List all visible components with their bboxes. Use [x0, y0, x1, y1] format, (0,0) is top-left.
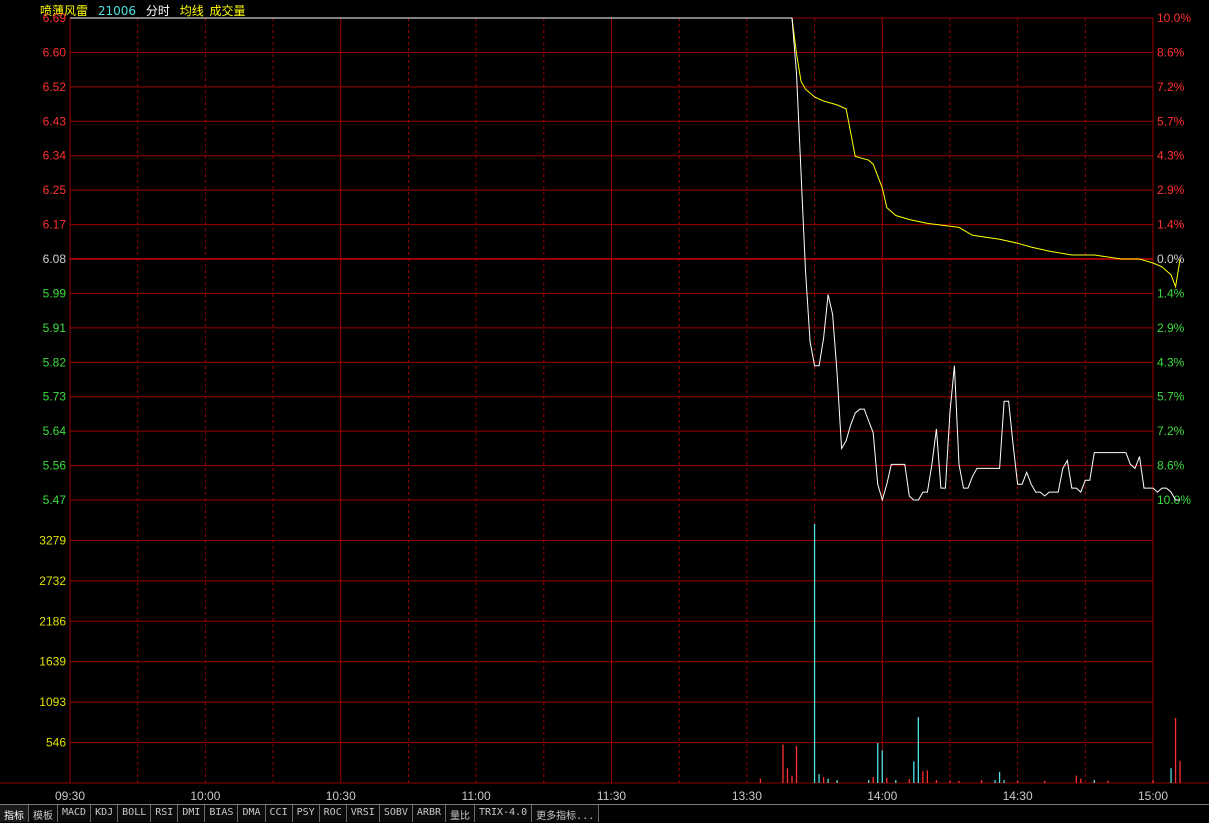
tab-[interactable]: 更多指标...: [532, 805, 600, 822]
price-axis-label: 5.82: [43, 355, 67, 369]
volume-axis-label: 2186: [39, 614, 66, 628]
pct-axis-label: 8.6%: [1157, 45, 1185, 59]
tab-psy[interactable]: PSY: [292, 805, 320, 822]
price-axis-label: 6.08: [43, 252, 67, 266]
tab-arbr[interactable]: ARBR: [412, 805, 446, 822]
price-axis-label: 5.64: [43, 424, 67, 438]
time-label: 11:00: [462, 789, 491, 803]
price-axis-label: 5.73: [43, 390, 67, 404]
price-axis-label: 5.91: [43, 321, 67, 335]
pct-axis-label: 1.4%: [1157, 218, 1185, 232]
price-axis-label: 6.69: [43, 11, 67, 25]
volume-axis-label: 3279: [39, 533, 66, 547]
pct-axis-label: 1.4%: [1157, 286, 1185, 300]
tab-[interactable]: 模板: [29, 805, 58, 822]
pct-axis-label: 0.0%: [1157, 252, 1185, 266]
tab-vrsi[interactable]: VRSI: [346, 805, 380, 822]
time-label: 15:00: [1138, 789, 1168, 803]
time-label: 11:30: [597, 789, 626, 803]
tab-trix-4-0[interactable]: TRIX-4.0: [475, 805, 533, 822]
tab-cci[interactable]: CCI: [265, 805, 293, 822]
time-label: 14:30: [1003, 789, 1033, 803]
volume-axis-label: 1093: [39, 695, 66, 709]
tab-[interactable]: 量比: [446, 805, 475, 822]
tab-bias[interactable]: BIAS: [205, 805, 239, 822]
time-label: 10:00: [190, 789, 220, 803]
price-axis-label: 6.60: [43, 45, 67, 59]
tab-roc[interactable]: ROC: [319, 805, 347, 822]
tab-rsi[interactable]: RSI: [151, 805, 179, 822]
tab-dma[interactable]: DMA: [238, 805, 266, 822]
pct-axis-label: 5.7%: [1157, 114, 1185, 128]
volume-axis-label: 2732: [39, 574, 66, 588]
tab-macd[interactable]: MACD: [58, 805, 92, 822]
price-axis-label: 6.25: [43, 183, 67, 197]
avg-price-line: [70, 17, 1181, 289]
indicator-tab-bar: 指标 模板 MACD KDJ BOLL RSI DMI BIAS DMA CCI PSY ROC VRS…: [0, 804, 1209, 823]
tab-boll[interactable]: BOLL: [118, 805, 152, 822]
volume-axis-label: 546: [46, 736, 66, 750]
price-axis-label: 6.43: [43, 114, 67, 128]
pct-axis-label: 10.0%: [1157, 493, 1191, 507]
intraday-chart[interactable]: 09:30 10:00 10:30 11:00 11:30 13:30 14:00 14:30…: [0, 0, 1209, 804]
pct-axis-label: 7.2%: [1157, 424, 1185, 438]
price-axis-label: 5.47: [43, 493, 67, 507]
time-label: 10:30: [326, 789, 356, 803]
time-label: 14:00: [867, 789, 897, 803]
pct-axis-label: 4.3%: [1157, 149, 1185, 163]
price-axis-label: 6.17: [43, 218, 67, 232]
price-axis-label: 5.99: [43, 286, 67, 300]
pct-axis-label: 7.2%: [1157, 80, 1185, 94]
tab-dmi[interactable]: DMI: [178, 805, 206, 822]
pct-axis-label: 8.6%: [1157, 459, 1185, 473]
pct-axis-label: 2.9%: [1157, 183, 1185, 197]
pct-axis-label: 4.3%: [1157, 355, 1185, 369]
pct-axis-label: 5.7%: [1157, 390, 1185, 404]
volume-axis-label: 1639: [39, 655, 66, 669]
tab-[interactable]: 指标: [0, 805, 29, 822]
tab-sobv[interactable]: SOBV: [379, 805, 413, 822]
pct-axis-label: 2.9%: [1157, 321, 1185, 335]
price-axis-label: 6.34: [43, 149, 67, 163]
time-label: 13:30: [732, 789, 762, 803]
price-axis-label: 5.56: [43, 459, 67, 473]
price-axis-label: 6.52: [43, 80, 67, 94]
tab-kdj[interactable]: KDJ: [91, 805, 119, 822]
time-label: 09:30: [55, 789, 85, 803]
pct-axis-label: 10.0%: [1157, 11, 1191, 25]
